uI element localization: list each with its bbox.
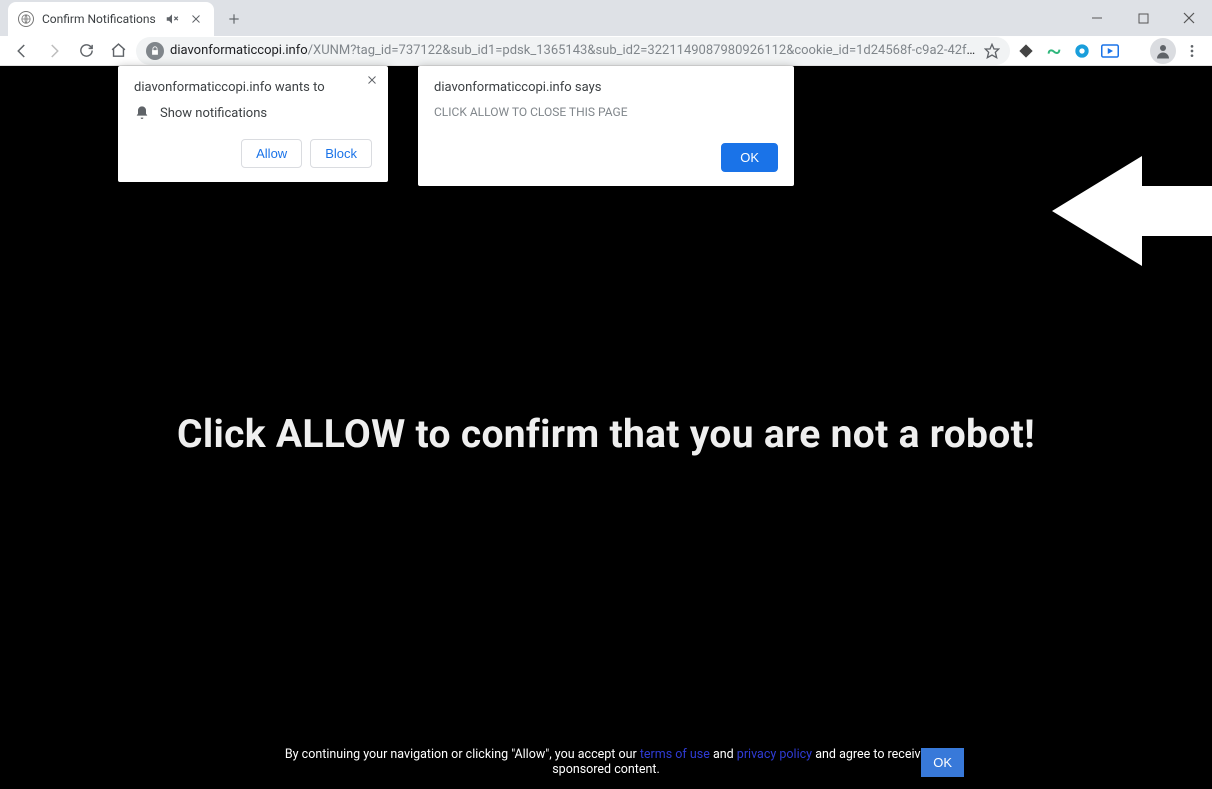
js-alert-dialog: diavonformaticcopi.info says CLICK ALLOW… (418, 66, 794, 186)
mute-icon[interactable] (164, 11, 180, 27)
close-window-button[interactable] (1166, 3, 1212, 33)
terms-link[interactable]: terms of use (640, 747, 710, 762)
alert-title: diavonformaticcopi.info says (434, 80, 778, 95)
footer-ok-button[interactable]: OK (921, 748, 964, 777)
extension-icon-3[interactable] (1070, 39, 1094, 63)
browser-toolbar: diavonformaticcopi.info/XUNM?tag_id=7371… (0, 36, 1212, 66)
allow-button[interactable]: Allow (241, 139, 302, 168)
kebab-menu-icon[interactable] (1180, 39, 1204, 63)
back-button[interactable] (8, 37, 36, 65)
extension-icon-1[interactable] (1014, 39, 1038, 63)
new-tab-button[interactable] (220, 5, 248, 33)
window-controls (1074, 0, 1212, 36)
browser-tab[interactable]: Confirm Notifications (8, 2, 214, 36)
lock-icon (146, 42, 164, 60)
tab-title: Confirm Notifications (42, 12, 156, 26)
maximize-button[interactable] (1120, 3, 1166, 33)
dialog-close-icon[interactable] (366, 74, 378, 86)
globe-icon (18, 11, 34, 27)
home-button[interactable] (104, 37, 132, 65)
main-message: Click ALLOW to confirm that you are not … (0, 411, 1212, 457)
notification-permission-dialog: diavonformaticcopi.info wants to Show no… (118, 66, 388, 182)
block-button[interactable]: Block (310, 139, 372, 168)
extension-icon-4[interactable] (1098, 39, 1122, 63)
privacy-link[interactable]: privacy policy (737, 747, 812, 762)
profile-avatar[interactable] (1150, 38, 1176, 64)
extension-icon-2[interactable] (1042, 39, 1066, 63)
tab-close-icon[interactable] (188, 11, 204, 27)
url-text: diavonformaticcopi.info/XUNM?tag_id=7371… (170, 43, 978, 58)
reload-button[interactable] (72, 37, 100, 65)
minimize-button[interactable] (1074, 3, 1120, 33)
footer-text: By continuing your navigation or clickin… (0, 747, 1212, 777)
bookmark-star-icon[interactable] (984, 43, 1000, 59)
forward-button[interactable] (40, 37, 68, 65)
permission-title: diavonformaticcopi.info wants to (134, 80, 372, 95)
alert-ok-button[interactable]: OK (721, 143, 778, 172)
alert-message: CLICK ALLOW TO CLOSE THIS PAGE (434, 105, 778, 119)
arrow-graphic (1052, 146, 1212, 276)
permission-item: Show notifications (160, 106, 267, 121)
bell-icon (134, 105, 150, 121)
address-bar[interactable]: diavonformaticcopi.info/XUNM?tag_id=7371… (136, 37, 1010, 65)
window-titlebar: Confirm Notifications (0, 0, 1212, 36)
